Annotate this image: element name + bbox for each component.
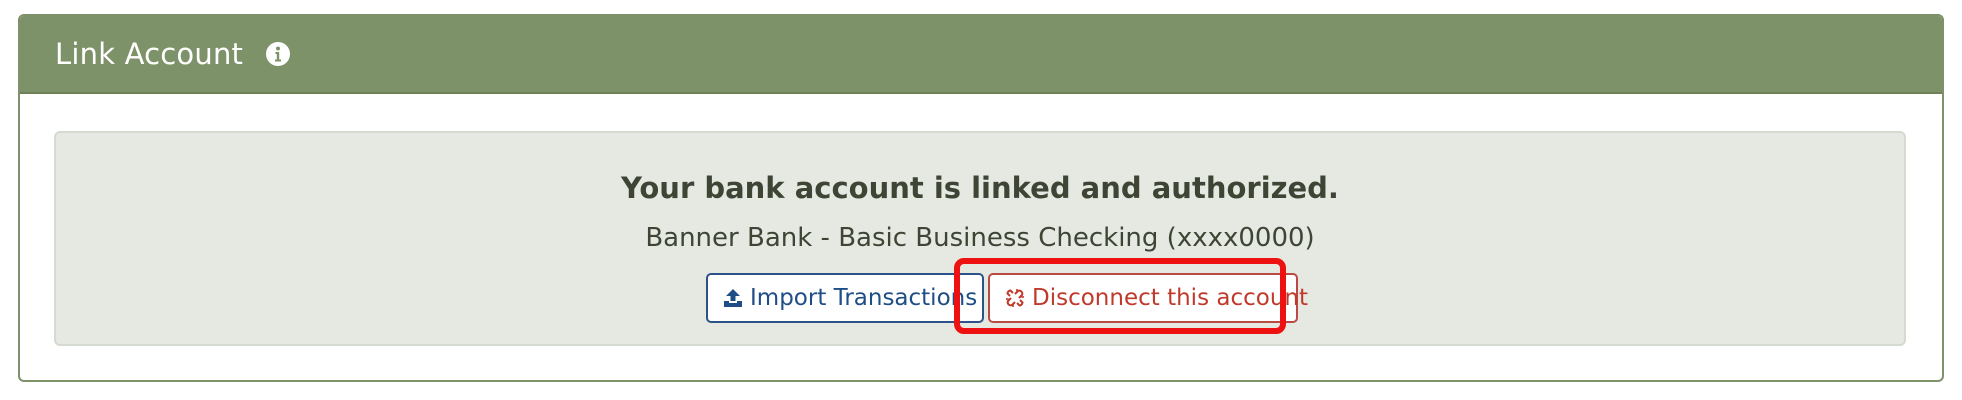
upload-icon bbox=[722, 287, 744, 309]
disconnect-account-label: Disconnect this account bbox=[1032, 285, 1308, 311]
account-name: Banner Bank - Basic Business Checking (x… bbox=[645, 223, 1315, 253]
linked-account-well: Your bank account is linked and authoriz… bbox=[54, 131, 1906, 346]
import-transactions-label: Import Transactions bbox=[750, 285, 978, 311]
unlink-icon bbox=[1004, 287, 1026, 309]
link-account-panel: Link Account Your bank account is linked… bbox=[18, 14, 1944, 382]
disconnect-account-button[interactable]: Disconnect this account bbox=[988, 273, 1308, 323]
info-circle-icon[interactable] bbox=[265, 41, 291, 67]
import-transactions-button[interactable]: Import Transactions bbox=[706, 273, 984, 323]
status-heading: Your bank account is linked and authoriz… bbox=[621, 171, 1339, 205]
panel-title: Link Account bbox=[55, 37, 244, 71]
panel-header: Link Account bbox=[20, 16, 1942, 94]
